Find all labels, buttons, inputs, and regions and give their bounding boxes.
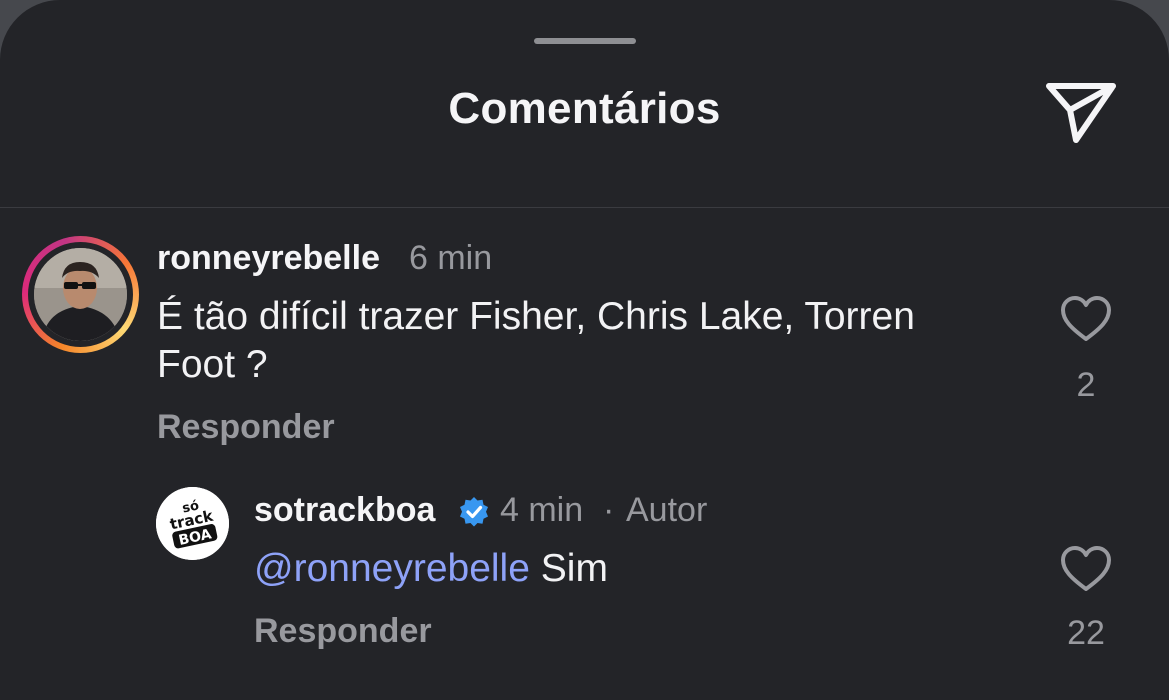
- avatar[interactable]: só track BOA: [156, 487, 229, 560]
- page-title: Comentários: [448, 84, 721, 133]
- mention-link[interactable]: @ronneyrebelle: [254, 547, 530, 590]
- comment-text: Sim: [540, 547, 608, 590]
- reply-button[interactable]: Responder: [254, 612, 432, 651]
- share-send-icon[interactable]: [1043, 78, 1119, 146]
- avatar-story-ring[interactable]: [22, 236, 139, 353]
- reply-button[interactable]: Responder: [157, 408, 335, 447]
- comment-timestamp: 4 min: [500, 491, 584, 529]
- comment-timestamp: 6 min: [409, 239, 493, 277]
- comment-username[interactable]: ronneyrebelle: [157, 239, 380, 278]
- comment-username[interactable]: sotrackboa: [254, 491, 435, 530]
- comment-text-line-2: Foot ?: [157, 343, 268, 386]
- author-badge: Autor: [626, 491, 708, 529]
- meta-separator: ·: [603, 491, 615, 529]
- header-divider: [0, 207, 1169, 208]
- verified-badge-icon: [458, 496, 490, 533]
- like-count: 2: [1076, 366, 1096, 404]
- comments-sheet: Comentários ronneyrebelle 6 min É tão di…: [0, 0, 1169, 700]
- sheet-grabber[interactable]: [534, 38, 636, 44]
- avatar: [34, 248, 127, 341]
- like-heart-icon[interactable]: [1059, 545, 1113, 593]
- comment-text-line-1: É tão difícil trazer Fisher, Chris Lake,…: [157, 295, 915, 338]
- like-heart-icon[interactable]: [1059, 295, 1113, 343]
- like-count: 22: [1067, 614, 1105, 652]
